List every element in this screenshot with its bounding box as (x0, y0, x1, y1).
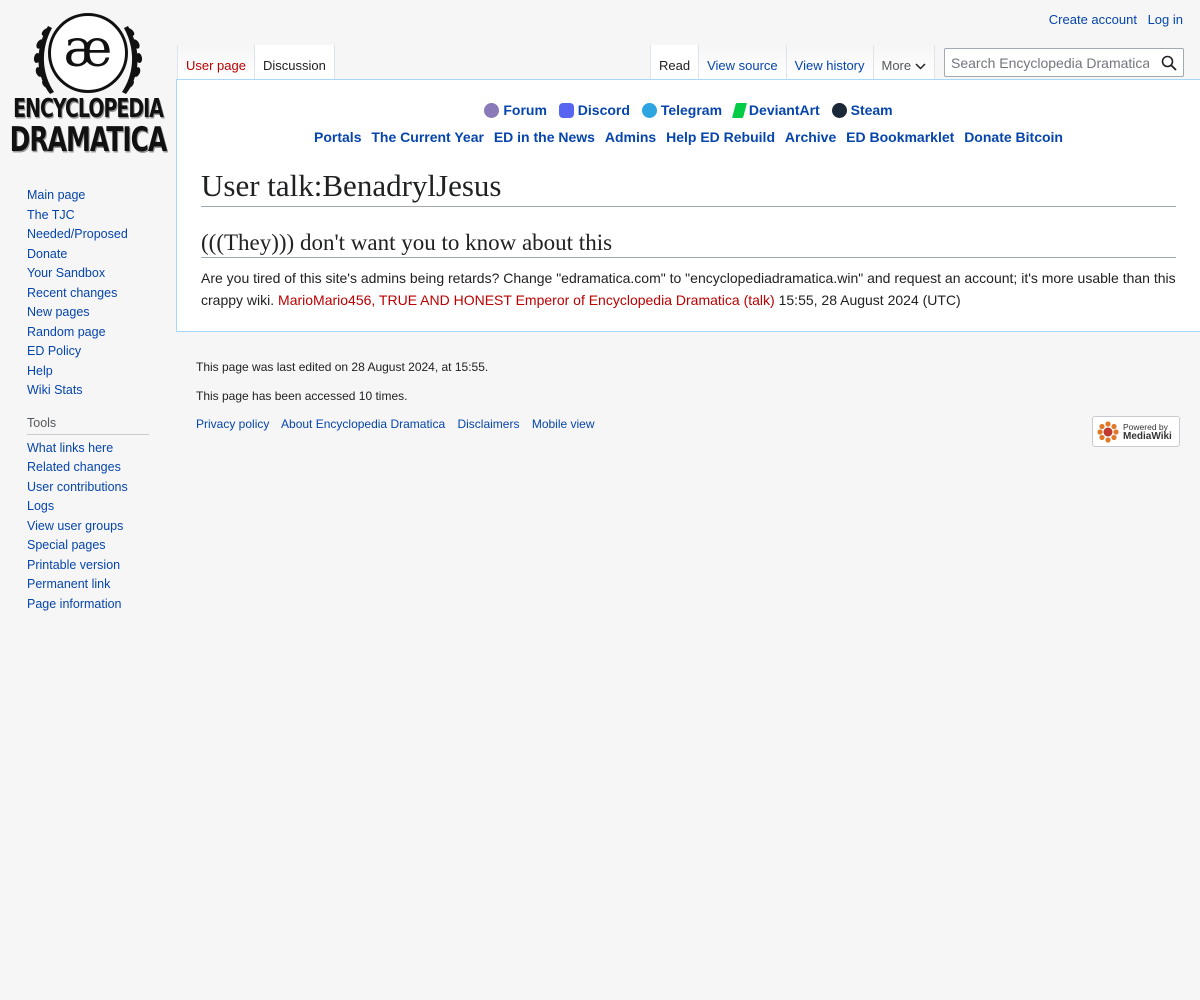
sidebar-item-new-pages[interactable]: New pages (27, 305, 90, 319)
sidebar-item-random-page[interactable]: Random page (27, 325, 106, 339)
create-account-link[interactable]: Create account (1049, 12, 1137, 27)
logo-wordmark-line2: DRAMATICA (9, 119, 168, 160)
portals-link[interactable]: Portals (314, 129, 361, 145)
page-views-info: This page has been accessed 10 times. (196, 389, 408, 403)
namespace-tabs: User page Discussion (177, 45, 335, 80)
tab-view-source-label[interactable]: View source (707, 58, 778, 73)
sidebar-item-help[interactable]: Help (27, 364, 53, 378)
powered-by-mediawiki-badge[interactable]: Powered by MediaWiki (1092, 416, 1180, 447)
chevron-down-icon[interactable] (915, 62, 926, 73)
tools-item-special-pages[interactable]: Special pages (27, 538, 106, 552)
tab-view-history-label[interactable]: View history (795, 58, 865, 73)
signature-user-link[interactable]: MarioMario456, TRUE AND HONEST Emperor o… (278, 292, 740, 308)
ed-in-the-news-link[interactable]: ED in the News (494, 129, 595, 145)
sidebar-item-donate[interactable]: Donate (27, 247, 67, 261)
deviantart-link[interactable]: DeviantArt (731, 102, 820, 118)
powered-by-line2: MediaWiki (1123, 430, 1172, 442)
discord-link[interactable]: Discord (558, 102, 630, 118)
tab-discussion-label[interactable]: Discussion (263, 58, 326, 73)
sidebar-item-needed-proposed[interactable]: Needed/Proposed (27, 227, 128, 241)
navigation-menu: Main page The TJC Needed/Proposed Donate… (27, 186, 157, 401)
sidebar-item-the-tjc[interactable]: The TJC (27, 208, 75, 222)
login-link[interactable]: Log in (1148, 12, 1183, 27)
steam-link[interactable]: Steam (831, 102, 893, 118)
signature-open-paren: ( (739, 292, 749, 309)
tools-item-page-information[interactable]: Page information (27, 597, 122, 611)
deviantart-link-label[interactable]: DeviantArt (749, 102, 820, 118)
tools-item-related-changes[interactable]: Related changes (27, 460, 121, 474)
talk-message: Are you tired of this site's admins bein… (201, 267, 1176, 311)
section-heading: (((They))) don't want you to know about … (201, 229, 1176, 259)
more-menu-label[interactable]: More (882, 58, 912, 73)
tools-item-what-links-here[interactable]: What links here (27, 441, 113, 455)
portal-links-bar: Portals The Current Year ED in the News … (201, 129, 1176, 145)
logo-emblem: æ (28, 12, 148, 94)
steam-icon (831, 102, 847, 118)
laurel-icon (33, 26, 143, 94)
tools-item-permanent-link[interactable]: Permanent link (27, 577, 110, 591)
telegram-link-label[interactable]: Telegram (661, 102, 722, 118)
archive-link[interactable]: Archive (785, 129, 836, 145)
tools-item-user-contributions[interactable]: User contributions (27, 480, 128, 494)
sidebar: Main page The TJC Needed/Proposed Donate… (27, 186, 157, 614)
footer: This page was last edited on 28 August 2… (196, 358, 1180, 431)
mobile-view-link[interactable]: Mobile view (532, 417, 595, 431)
powered-by-text: Powered by MediaWiki (1123, 422, 1172, 442)
deviantart-icon (731, 102, 747, 118)
more-menu[interactable]: More (873, 45, 936, 80)
forum-link[interactable]: Forum (484, 102, 547, 118)
telegram-link[interactable]: Telegram (641, 102, 722, 118)
mediawiki-flower-icon (1097, 420, 1119, 443)
about-link[interactable]: About Encyclopedia Dramatica (281, 417, 445, 431)
tools-item-logs[interactable]: Logs (27, 499, 54, 513)
telegram-icon (641, 102, 657, 118)
site-links-bar: Forum Discord Telegram DeviantArt Steam (201, 102, 1176, 121)
discord-icon (558, 102, 574, 118)
discord-link-label[interactable]: Discord (578, 102, 630, 118)
last-edited-info: This page was last edited on 28 August 2… (196, 360, 489, 374)
tab-read[interactable]: Read (650, 45, 700, 80)
admins-link[interactable]: Admins (605, 129, 656, 145)
current-year-link[interactable]: The Current Year (371, 129, 484, 145)
tab-discussion[interactable]: Discussion (254, 45, 335, 80)
tab-view-history[interactable]: View history (786, 45, 874, 80)
search-icon[interactable] (1161, 55, 1177, 71)
steam-link-label[interactable]: Steam (851, 102, 893, 118)
sidebar-item-main-page[interactable]: Main page (27, 188, 85, 202)
disclaimers-link[interactable]: Disclaimers (457, 417, 519, 431)
tools-menu: What links here Related changes User con… (27, 439, 157, 615)
view-tabs: Read View source View history More (650, 45, 936, 80)
sidebar-item-wiki-stats[interactable]: Wiki Stats (27, 383, 83, 397)
donate-bitcoin-link[interactable]: Donate Bitcoin (964, 129, 1063, 145)
search-input[interactable] (945, 49, 1155, 76)
footer-links: Privacy policy About Encyclopedia Dramat… (196, 417, 1180, 431)
signature-timestamp: 15:55, 28 August 2024 (UTC) (774, 292, 961, 309)
page-title: User talk:BenadrylJesus (201, 167, 1176, 207)
logo-wordmark-line1: ENCYCLOPEDIA (13, 93, 164, 124)
personal-tools: Create account Log in (1042, 12, 1183, 27)
privacy-policy-link[interactable]: Privacy policy (196, 417, 269, 431)
signature-talk-link[interactable]: talk (748, 292, 770, 308)
help-ed-rebuild-link[interactable]: Help ED Rebuild (666, 129, 775, 145)
forum-icon (484, 102, 500, 118)
search-button[interactable] (1155, 49, 1183, 76)
sidebar-item-recent-changes[interactable]: Recent changes (27, 286, 117, 300)
tab-user-page-label[interactable]: User page (186, 58, 246, 73)
search-box (944, 48, 1184, 77)
tools-item-view-user-groups[interactable]: View user groups (27, 519, 123, 533)
sidebar-item-ed-policy[interactable]: ED Policy (27, 344, 81, 358)
tab-view-source[interactable]: View source (699, 45, 787, 80)
tab-user-page[interactable]: User page (177, 45, 255, 80)
ed-bookmarklet-link[interactable]: ED Bookmarklet (846, 129, 954, 145)
tools-heading: Tools (27, 416, 149, 435)
sidebar-item-your-sandbox[interactable]: Your Sandbox (27, 266, 105, 280)
site-logo[interactable]: æ ENCYCLOPEDIA DRAMATICA (10, 12, 167, 156)
forum-link-label[interactable]: Forum (503, 102, 547, 118)
tab-read-label[interactable]: Read (659, 58, 690, 73)
main-content: Forum Discord Telegram DeviantArt Steam … (176, 79, 1200, 332)
tools-item-printable-version[interactable]: Printable version (27, 558, 120, 572)
